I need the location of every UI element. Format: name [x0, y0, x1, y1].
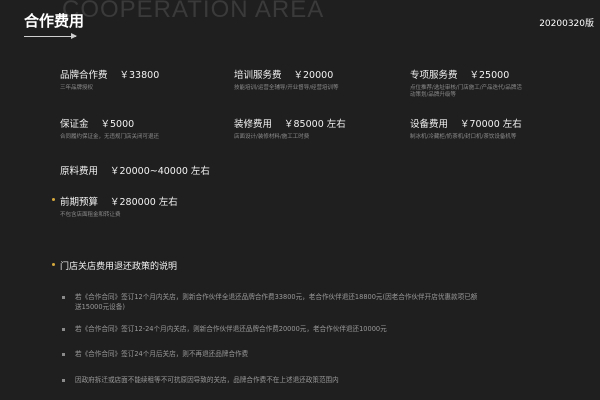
square-bullet	[62, 353, 65, 356]
fee-name: 培训服务费	[234, 70, 282, 81]
fee-special-service: 专项服务费 ￥25000 点位推荐/选址审核/门店施工/产品迭代/品牌活 动策划/…	[410, 67, 522, 99]
fee-description: 制冰机/冷藏柜/奶茶机/封口机/茶饮设备机等	[410, 134, 517, 140]
policy-item-1: 若《合作合同》签订12个月内关店，则新合作伙伴全退还品牌合作费33800元，老合…	[75, 293, 478, 311]
fee-name: 原料费用	[60, 166, 99, 177]
policy-item-4: 因政府拆迁或店面不能续租等不可抗原因导致的关店，品牌合作费不在上述退还政策范围内	[75, 376, 339, 384]
version-label: 20200320版	[539, 19, 594, 29]
title-underline	[24, 36, 76, 37]
square-bullet	[62, 296, 65, 299]
fee-initial-budget: 前期预算 ￥280000 左右 不包含店面租金和转让费	[60, 194, 178, 219]
policy-item-3: 若《合作合同》签订24个月后关店，则不再退还品牌合作费	[75, 350, 249, 358]
fee-description: 店面设计/装修材料/施工工时费	[234, 134, 310, 140]
fee-name: 专项服务费	[410, 70, 458, 81]
policy-title: 门店关店费用退还政策的说明	[60, 262, 178, 272]
background-watermark-text: COOPERATION AREA	[62, 0, 325, 23]
fee-description: 点位推荐/选址审核/门店施工/产品迭代/品牌活 动策划/品牌升级等	[410, 85, 522, 98]
policy-item-2: 若《合作合同》签订12-24个月内关店，则新合作伙伴退还品牌合作费20000元，…	[75, 325, 387, 333]
fee-equipment: 设备费用 ￥70000 左右 制冰机/冷藏柜/奶茶机/封口机/茶饮设备机等	[410, 116, 522, 141]
page-title: 合作费用	[24, 12, 85, 30]
bullet-dot	[52, 263, 55, 266]
fee-name: 保证金	[60, 119, 89, 130]
fee-amount: ￥20000	[293, 70, 334, 81]
fee-name: 装修费用	[234, 119, 273, 130]
fee-description: 三年品牌授权	[60, 85, 94, 91]
fee-decoration: 装修费用 ￥85000 左右 店面设计/装修材料/施工工时费	[234, 116, 346, 141]
fee-amount: ￥280000 左右	[110, 197, 178, 208]
fee-raw-materials: 原料费用 ￥20000~40000 左右	[60, 163, 210, 177]
fee-description: 技能培训/运营全辅导/开业督导/经营培训等	[234, 85, 339, 91]
fee-deposit: 保证金 ￥5000 合同履约保证金，无违规门店关闭可退还	[60, 116, 159, 141]
fee-description: 合同履约保证金，无违规门店关闭可退还	[60, 134, 160, 140]
fee-amount: ￥25000	[469, 70, 510, 81]
square-bullet	[62, 379, 65, 382]
fee-amount: ￥33800	[119, 70, 160, 81]
fee-amount: ￥85000 左右	[284, 119, 346, 130]
fee-amount: ￥20000~40000 左右	[110, 166, 210, 177]
fee-amount: ￥5000	[100, 119, 135, 130]
square-bullet	[62, 328, 65, 331]
fee-name: 前期预算	[60, 197, 99, 208]
fee-brand-cooperation: 品牌合作费 ￥33800 三年品牌授权	[60, 67, 159, 92]
fee-amount: ￥70000 左右	[460, 119, 522, 130]
fee-name: 品牌合作费	[60, 70, 108, 81]
arrow-right-icon	[71, 33, 77, 39]
fee-name: 设备费用	[410, 119, 449, 130]
fee-description: 不包含店面租金和转让费	[60, 212, 121, 218]
fee-training-service: 培训服务费 ￥20000 技能培训/运营全辅导/开业督导/经营培训等	[234, 67, 339, 92]
bullet-dot	[52, 198, 55, 201]
